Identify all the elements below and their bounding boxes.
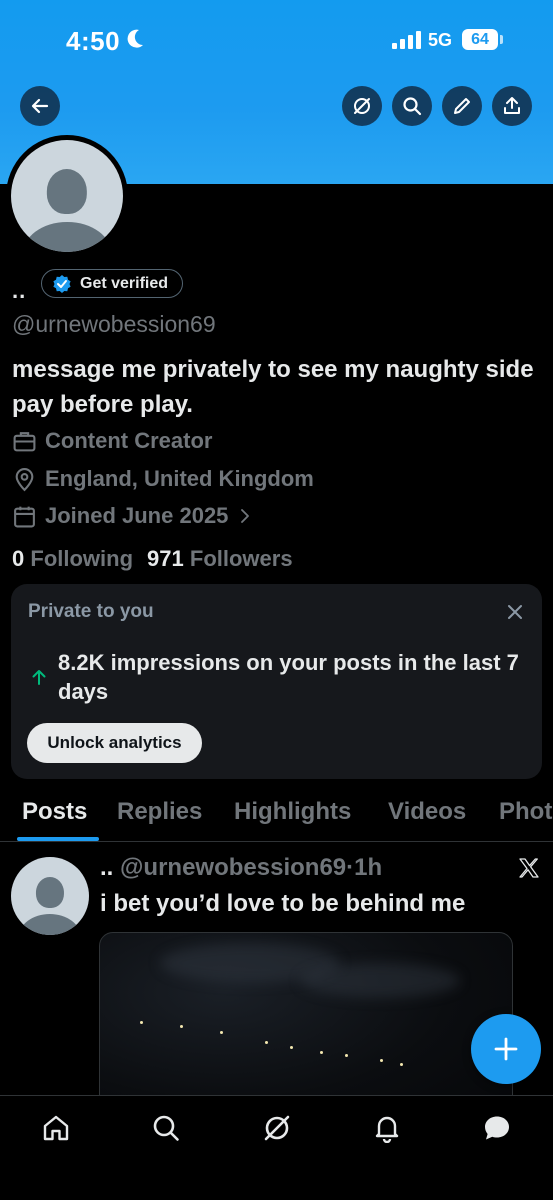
tab-highlights[interactable]: Highlights [234, 798, 351, 826]
following-count: 0 [12, 546, 25, 571]
edit-button[interactable] [442, 86, 482, 126]
compose-post-button[interactable] [471, 1014, 541, 1084]
status-bar: 4:50 5G 64 [0, 0, 553, 80]
share-button[interactable] [492, 86, 532, 126]
profile-bio: message me privately to see my naughty s… [12, 356, 534, 418]
close-icon[interactable] [504, 601, 526, 623]
home-icon[interactable] [41, 1113, 71, 1143]
profile-category: Content Creator [12, 428, 212, 454]
display-name: .. [12, 278, 27, 303]
grok-icon [354, 98, 370, 114]
post-item[interactable]: .. @urnewobession69·1h i bet you’d love … [0, 843, 553, 1095]
follow-stats: 0 Following 971 Followers [12, 546, 293, 572]
signal-icon [392, 31, 421, 49]
search-icon[interactable] [151, 1113, 181, 1143]
get-verified-button[interactable]: Get verified [41, 269, 184, 298]
bottom-navigation [0, 1095, 553, 1200]
grok-icon[interactable] [262, 1113, 292, 1143]
search-button[interactable] [392, 86, 432, 126]
tab-photos[interactable]: Photos [499, 798, 553, 826]
private-analytics-card: Private to you 8.2K impressions on your … [11, 584, 542, 779]
post-header: .. @urnewobession69·1h [100, 854, 383, 881]
messages-icon[interactable] [482, 1113, 512, 1143]
location-label: England, United Kingdom [45, 466, 314, 491]
arrow-up-icon [32, 670, 46, 685]
back-button[interactable] [20, 86, 60, 126]
profile-tabs: Posts Replies Highlights Videos Photos [0, 794, 553, 842]
following-label: Following [30, 546, 134, 571]
active-tab-indicator [17, 837, 99, 841]
verified-badge-icon [53, 274, 71, 293]
back-arrow-icon [31, 98, 49, 114]
profile-joined[interactable]: Joined June 2025 [12, 503, 254, 529]
bell-icon[interactable] [372, 1113, 402, 1143]
impressions-text: 8.2K impressions on your posts in the la… [58, 650, 519, 704]
post-author-handle: @urnewobession69 [120, 854, 347, 881]
joined-label: Joined June 2025 [45, 503, 229, 528]
battery-tip [500, 35, 503, 44]
private-card-title: Private to you [28, 601, 154, 622]
unlock-analytics-button[interactable]: Unlock analytics [27, 723, 202, 763]
tab-posts[interactable]: Posts [22, 798, 87, 826]
chevron-right-icon [241, 509, 250, 523]
network-label: 5G [428, 30, 453, 50]
edit-icon [454, 98, 470, 114]
tab-replies[interactable]: Replies [117, 798, 202, 826]
moon-icon [127, 29, 143, 48]
battery-indicator: 64 [462, 29, 498, 50]
plus-icon [494, 1037, 518, 1061]
followers-label: Followers [189, 546, 293, 571]
profile-avatar[interactable] [6, 135, 128, 257]
search-icon [403, 97, 422, 116]
post-author-name: .. [100, 854, 114, 881]
post-time: 1h [354, 854, 383, 881]
followers-count: 971 [147, 546, 184, 571]
category-label: Content Creator [45, 428, 213, 453]
tab-videos[interactable]: Videos [388, 798, 466, 826]
post-avatar[interactable] [11, 857, 89, 935]
calendar-icon [14, 506, 35, 527]
followers-link[interactable]: 971 Followers [147, 546, 293, 572]
x-logo-icon [519, 858, 539, 878]
post-image[interactable] [99, 932, 513, 1095]
get-verified-label: Get verified [80, 274, 169, 292]
status-time: 4:50 [66, 26, 121, 56]
share-icon [504, 97, 520, 114]
location-pin-icon [15, 467, 34, 491]
avatar-placeholder [11, 140, 123, 252]
briefcase-icon [13, 431, 36, 451]
profile-handle: @urnewobession69 [12, 311, 216, 337]
profile-location: England, United Kingdom [12, 466, 314, 492]
post-text: i bet you’d love to be behind me [100, 890, 466, 917]
following-link[interactable]: 0 Following [12, 546, 133, 572]
grok-button[interactable] [342, 86, 382, 126]
